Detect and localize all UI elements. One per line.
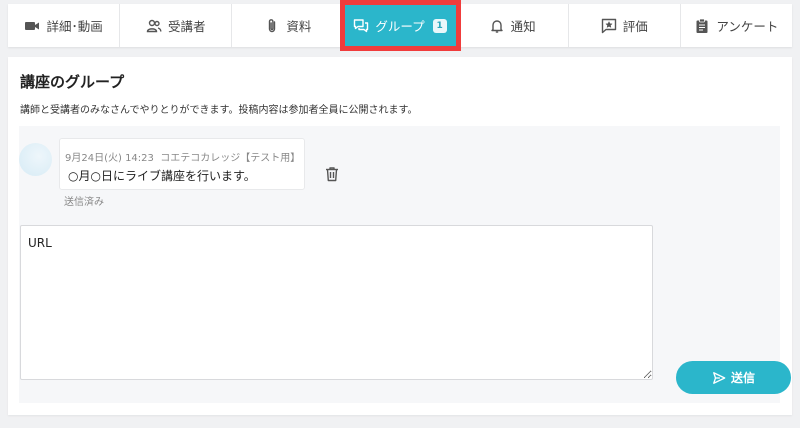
trash-icon[interactable] <box>324 166 340 182</box>
message-date: 9月24日(火) 14:23 <box>65 153 154 164</box>
tab-label: グループ <box>375 19 425 34</box>
tab-label: 資料 <box>286 19 312 34</box>
tab-notifications[interactable]: 通知 <box>457 4 569 47</box>
message-meta: 9月24日(火) 14:23 コエテコカレッジ【テスト用】 <box>65 149 300 164</box>
chat-icon <box>354 18 369 32</box>
tab-label: 通知 <box>510 19 536 34</box>
paperclip-icon <box>269 18 276 32</box>
unread-count-badge: 1 <box>432 18 447 33</box>
tab-group[interactable]: グループ 1 <box>340 0 461 51</box>
send-icon <box>713 371 726 384</box>
send-button[interactable]: 送信 <box>676 361 791 394</box>
chat-area: 9月24日(火) 14:23 コエテコカレッジ【テスト用】 ○月○日にライブ講座… <box>19 126 791 403</box>
tab-survey[interactable]: アンケート <box>681 4 792 47</box>
tab-evaluation[interactable]: 評価 <box>569 4 681 47</box>
avatar <box>19 143 52 176</box>
page-description: 講師と受講者のみなさんでやりとりができます。投稿内容は参加者全員に公開されます。 <box>20 105 418 116</box>
video-icon <box>25 21 40 30</box>
tab-label: アンケート <box>716 19 779 34</box>
message-input[interactable]: URL <box>20 225 653 380</box>
message-status: 送信済み <box>64 197 104 208</box>
message-bubble: 9月24日(火) 14:23 コエテコカレッジ【テスト用】 ○月○日にライブ講座… <box>59 138 305 190</box>
tab-label: 詳細･動画 <box>46 19 103 34</box>
bell-icon <box>490 19 503 33</box>
tab-label: 評価 <box>622 19 648 34</box>
tab-label: 受講者 <box>167 19 206 34</box>
tab-students[interactable]: 受講者 <box>120 4 233 47</box>
tab-bar: 詳細･動画 受講者 資料 グループ 1 通知 評価 アンケート <box>8 0 792 51</box>
users-icon <box>146 19 162 32</box>
star-comment-icon <box>601 18 616 33</box>
message-author: コエテコカレッジ【テスト用】 <box>160 153 301 164</box>
tab-materials[interactable]: 資料 <box>232 4 345 47</box>
clipboard-icon <box>696 18 708 33</box>
message-text: ○月○日にライブ講座を行います。 <box>68 169 256 183</box>
group-panel: 講座のグループ 講師と受講者のみなさんでやりとりができます。投稿内容は参加者全員… <box>8 57 792 415</box>
page-title: 講座のグループ <box>20 73 125 91</box>
send-label: 送信 <box>730 371 755 385</box>
tab-details-video[interactable]: 詳細･動画 <box>8 4 121 47</box>
